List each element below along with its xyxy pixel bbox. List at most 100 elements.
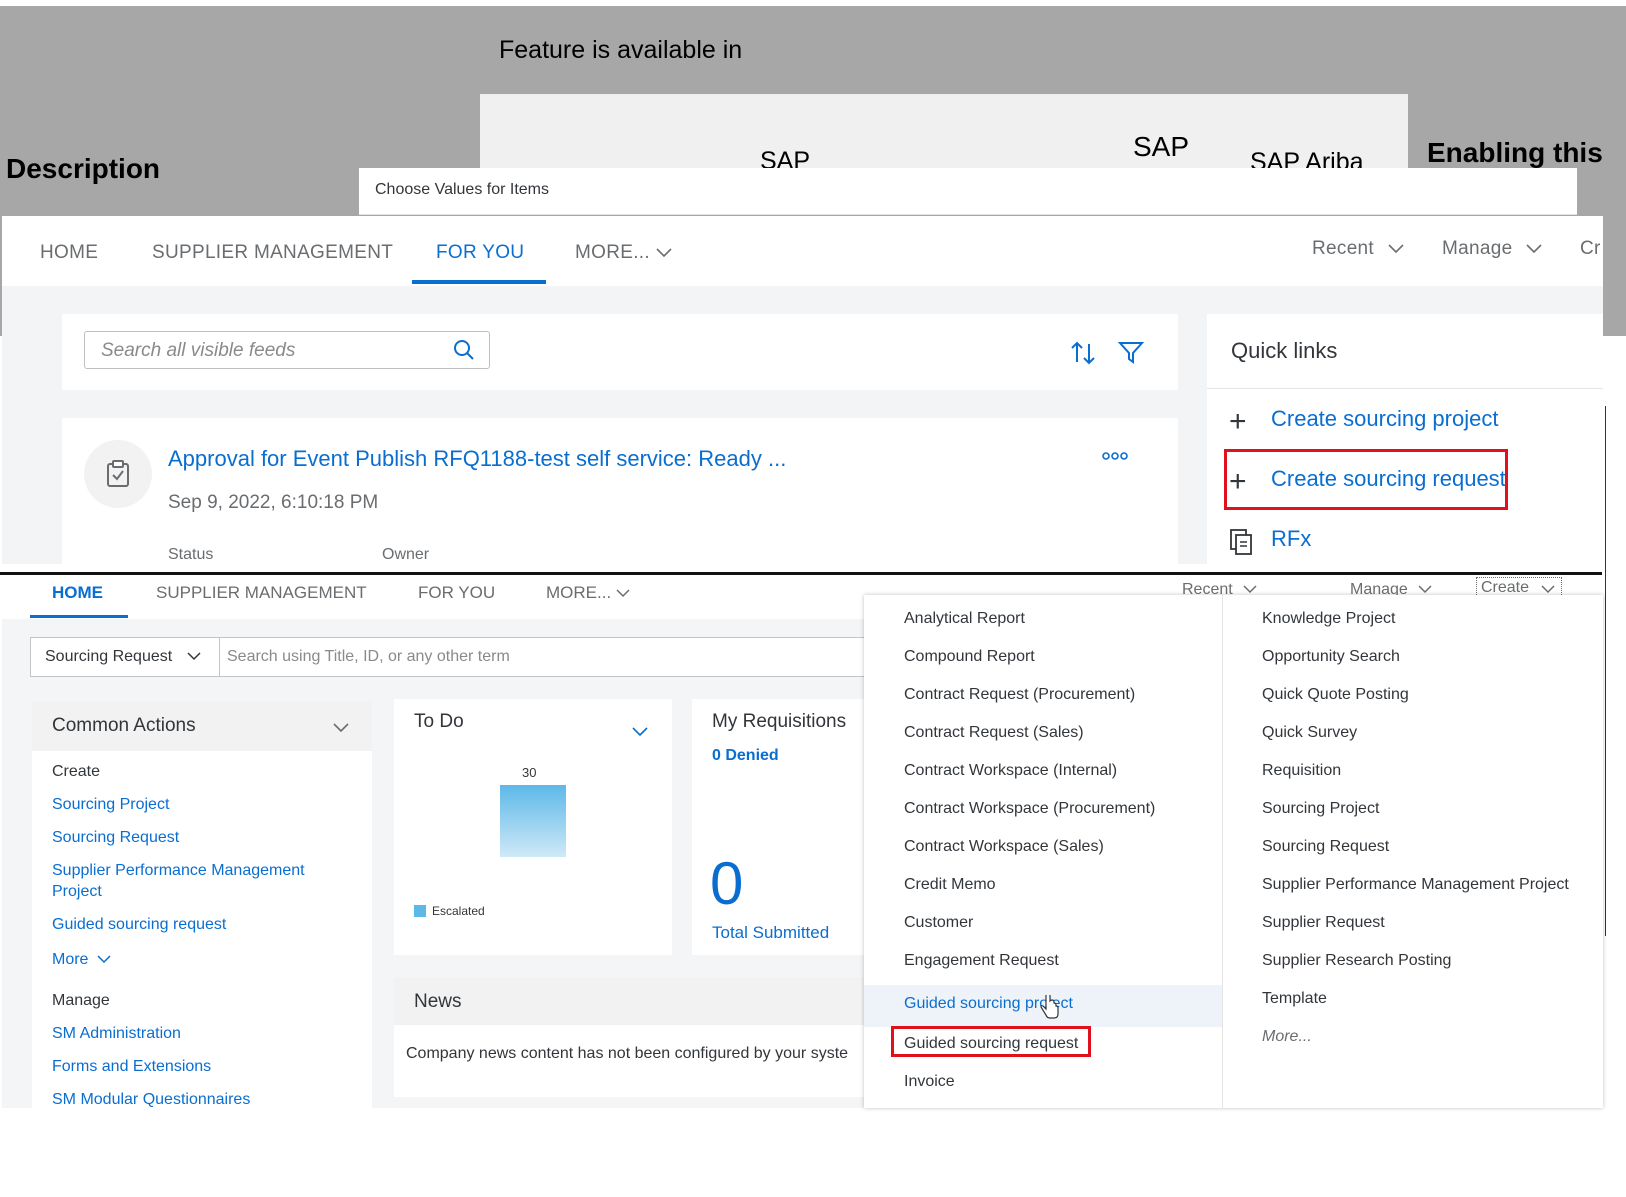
filter-icon[interactable] xyxy=(1118,340,1144,366)
news-body: Company news content has not been config… xyxy=(406,1045,849,1062)
menu-item-credit-memo[interactable]: Credit Memo xyxy=(904,876,996,894)
feed-search-input[interactable]: Search all visible feeds xyxy=(84,331,490,369)
common-actions-title: Common Actions xyxy=(52,715,196,736)
nav-active-underline xyxy=(30,615,128,618)
create-dropdown-menu: Analytical Report Compound Report Contra… xyxy=(864,595,1603,1108)
menu-item-analytical-report[interactable]: Analytical Report xyxy=(904,610,1025,628)
quick-link-create-sourcing-project[interactable]: Create sourcing project xyxy=(1271,406,1498,432)
nav-home[interactable]: HOME xyxy=(52,583,103,603)
menu-item-requisition[interactable]: Requisition xyxy=(1262,762,1341,780)
more-options-icon[interactable] xyxy=(1102,452,1128,460)
menu-item-engagement-request[interactable]: Engagement Request xyxy=(904,952,1059,970)
nav-recent[interactable]: Recent xyxy=(1312,238,1404,260)
feed-card-date: Sep 9, 2022, 6:10:18 PM xyxy=(168,492,379,513)
menu-item-quick-survey[interactable]: Quick Survey xyxy=(1262,724,1357,742)
plus-icon: + xyxy=(1229,405,1247,438)
nav-more[interactable]: MORE... xyxy=(546,583,630,603)
menu-item-supplier-research-posting[interactable]: Supplier Research Posting xyxy=(1262,952,1451,970)
action-sm-administration[interactable]: SM Administration xyxy=(52,1025,181,1043)
feed-card-title[interactable]: Approval for Event Publish RFQ1188-test … xyxy=(168,446,786,472)
common-actions-header[interactable]: Common Actions xyxy=(32,701,372,751)
menu-item-supplier-performance-management-project[interactable]: Supplier Performance Management Project xyxy=(1262,876,1569,894)
legend-swatch xyxy=(414,905,426,917)
doc-availability-label: Feature is available in xyxy=(499,36,743,64)
menu-item-more[interactable]: More... xyxy=(1262,1028,1312,1046)
my-requisitions-title: My Requisitions xyxy=(712,711,847,732)
doc-description-header: Description xyxy=(6,153,161,184)
common-actions-panel: Common Actions Create Sourcing Project S… xyxy=(32,701,372,1108)
menu-column-divider xyxy=(1222,595,1223,1108)
nav-more[interactable]: MORE... xyxy=(575,242,672,264)
chevron-down-icon xyxy=(187,652,201,661)
top-nav-bar: HOME SUPPLIER MANAGEMENT FOR YOU MORE...… xyxy=(2,216,1603,286)
chevron-down-icon xyxy=(616,589,630,598)
menu-item-contract-workspace-sales[interactable]: Contract Workspace (Sales) xyxy=(904,838,1104,856)
action-supplier-performance-management-project[interactable]: Project xyxy=(52,883,102,901)
chevron-down-icon xyxy=(1526,244,1542,254)
feed-card-owner-label: Owner xyxy=(382,546,430,563)
todo-legend-label: Escalated xyxy=(432,904,485,918)
menu-item-knowledge-project[interactable]: Knowledge Project xyxy=(1262,610,1395,628)
action-sourcing-project[interactable]: Sourcing Project xyxy=(52,796,169,814)
action-supplier-performance-management[interactable]: Supplier Performance Management xyxy=(52,862,305,880)
menu-item-compound-report[interactable]: Compound Report xyxy=(904,648,1035,666)
menu-item-quick-quote-posting[interactable]: Quick Quote Posting xyxy=(1262,686,1409,704)
nav-more-label: MORE... xyxy=(546,583,612,602)
action-sourcing-request[interactable]: Sourcing Request xyxy=(52,829,179,847)
menu-item-invoice[interactable]: Invoice xyxy=(904,1073,955,1091)
nav-supplier-management[interactable]: SUPPLIER MANAGEMENT xyxy=(152,242,393,264)
menu-item-contract-request-sales[interactable]: Contract Request (Sales) xyxy=(904,724,1084,742)
menu-item-template[interactable]: Template xyxy=(1262,990,1327,1008)
divider xyxy=(1207,388,1603,389)
chevron-down-icon xyxy=(1541,585,1555,594)
chevron-down-icon xyxy=(655,248,672,258)
nav-manage[interactable]: Manage xyxy=(1442,238,1542,260)
denied-count[interactable]: 0 Denied xyxy=(712,747,779,765)
menu-item-sourcing-project[interactable]: Sourcing Project xyxy=(1262,800,1379,818)
menu-item-supplier-request[interactable]: Supplier Request xyxy=(1262,914,1385,932)
menu-item-contract-workspace-internal[interactable]: Contract Workspace (Internal) xyxy=(904,762,1117,780)
choose-values-dialog-title: Choose Values for Items xyxy=(359,168,1577,215)
search-input[interactable]: Search using Title, ID, or any other ter… xyxy=(227,648,510,666)
sort-icon[interactable] xyxy=(1070,340,1096,366)
nav-supplier-management[interactable]: SUPPLIER MANAGEMENT xyxy=(156,583,367,603)
search-type-value: Sourcing Request xyxy=(45,648,173,665)
nav-create-partial[interactable]: Cr xyxy=(1580,238,1601,260)
action-forms-and-extensions[interactable]: Forms and Extensions xyxy=(52,1058,211,1076)
chevron-down-icon xyxy=(97,955,111,964)
feed-card-status-label: Status xyxy=(168,546,214,563)
document-icon xyxy=(1230,529,1252,555)
menu-item-contract-request-procurement[interactable]: Contract Request (Procurement) xyxy=(904,686,1135,704)
search-type-select[interactable]: Sourcing Request xyxy=(31,638,220,676)
my-requisitions-tile[interactable]: My Requisitions 0 Denied 0 Total Submitt… xyxy=(692,699,872,955)
todo-bar-value: 30 xyxy=(522,765,537,780)
menu-item-customer[interactable]: Customer xyxy=(904,914,973,932)
chevron-down-icon xyxy=(1388,244,1404,254)
action-sm-modular-questionnaires[interactable]: SM Modular Questionnaires xyxy=(52,1091,250,1108)
menu-item-opportunity-search[interactable]: Opportunity Search xyxy=(1262,648,1400,666)
chevron-down-icon xyxy=(1418,585,1432,594)
doc-table-border xyxy=(1605,406,1606,936)
todo-bar xyxy=(500,785,566,857)
quick-link-rfx[interactable]: RFx xyxy=(1271,526,1311,552)
dialog-title-text: Choose Values for Items xyxy=(375,181,550,198)
nav-home[interactable]: HOME xyxy=(40,242,98,264)
total-submitted-label: Total Submitted xyxy=(712,923,830,942)
chevron-down-icon xyxy=(632,727,648,737)
top-screenshot: HOME SUPPLIER MANAGEMENT FOR YOU MORE...… xyxy=(2,216,1603,564)
nav-active-underline xyxy=(412,280,546,284)
nav-for-you[interactable]: FOR YOU xyxy=(418,583,495,603)
card-avatar xyxy=(84,440,152,508)
todo-tile[interactable]: To Do 30 Escalated xyxy=(394,699,672,955)
chevron-down-icon xyxy=(333,723,349,733)
more-label: More xyxy=(52,951,89,968)
search-icon[interactable] xyxy=(453,339,475,361)
common-actions-more[interactable]: More xyxy=(52,951,111,969)
total-submitted-count: 0 xyxy=(710,850,744,917)
menu-item-contract-workspace-procurement[interactable]: Contract Workspace (Procurement) xyxy=(904,800,1155,818)
menu-item-sourcing-request[interactable]: Sourcing Request xyxy=(1262,838,1389,856)
nav-for-you[interactable]: FOR YOU xyxy=(436,242,524,264)
action-guided-sourcing-request[interactable]: Guided sourcing request xyxy=(52,916,226,934)
clipboard-icon xyxy=(107,460,129,487)
manage-section-label: Manage xyxy=(52,992,110,1009)
